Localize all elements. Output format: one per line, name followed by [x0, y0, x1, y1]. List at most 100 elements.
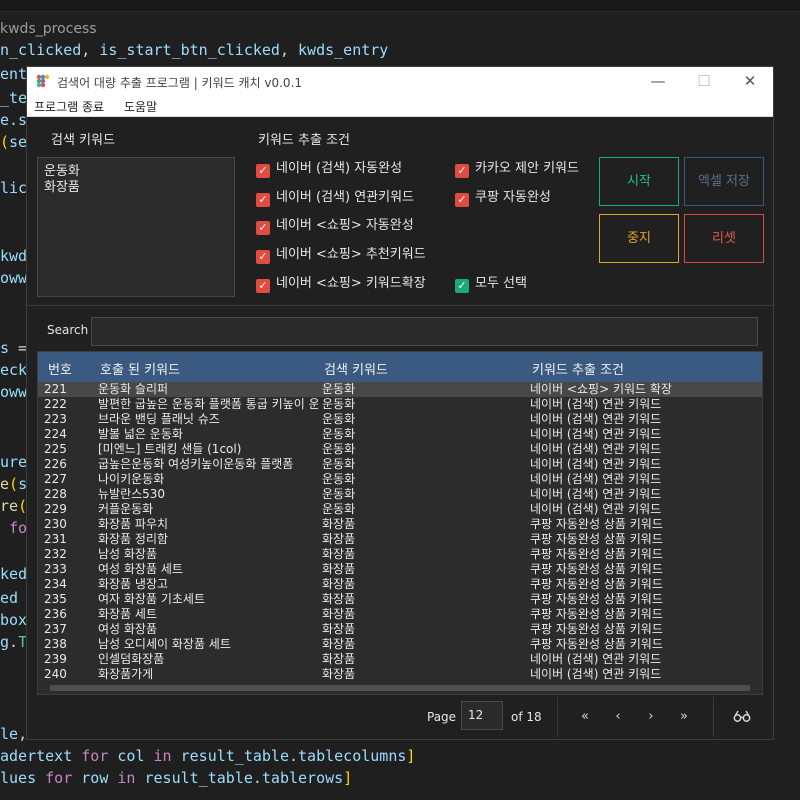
code-line: lues for row in result_table.tablerows]: [0, 768, 352, 788]
keyword-textarea[interactable]: 운동화 화장품: [37, 157, 235, 297]
table-cell: 231: [44, 532, 67, 546]
table-row[interactable]: 226 굽높은운동화 여성키높이운동화 플랫폼 운동화 네이버 (검색) 연관 키워드: [38, 457, 762, 472]
code-token: is_start_btn_clicked: [99, 41, 280, 59]
table-row[interactable]: 223 브라운 밴딩 플래닛 슈즈 운동화 네이버 (검색) 연관 키워드: [38, 412, 762, 427]
table-row[interactable]: 239 인셀덤화장품 화장품 네이버 (검색) 연관 키워드: [38, 652, 762, 667]
title-bar[interactable]: 검색어 대량 추출 프로그램 | 키워드 캐치 v0.0.1 — ☐ ✕: [27, 67, 773, 95]
table-cell: 네이버 (검색) 연관 키워드: [530, 427, 662, 441]
table-cell: 쿠팡 자동완성 상품 키워드: [530, 517, 663, 531]
code-token: le: [0, 725, 19, 743]
table-row[interactable]: 231 화장품 정리함 화장품 쿠팡 자동완성 상품 키워드: [38, 532, 762, 547]
table-cell: 브라운 밴딩 플래닛 슈즈: [98, 412, 220, 426]
table-cell: 225: [44, 442, 67, 456]
code-line: s =: [0, 338, 27, 358]
column-header-number[interactable]: 번호: [48, 359, 72, 378]
table-row[interactable]: 236 화장품 세트 화장품 쿠팡 자동완성 상품 키워드: [38, 607, 762, 622]
code-token: g: [0, 633, 10, 651]
stop-button[interactable]: 중지: [599, 214, 679, 263]
table-cell: 쿠팡 자동완성 상품 키워드: [530, 622, 663, 636]
checkbox-label: 네이버 <쇼핑> 추천키워드: [276, 247, 426, 262]
checkbox-naver-shopping-autocomplete[interactable]: ✓ 네이버 <쇼핑> 자동완성: [256, 214, 414, 235]
code-token: lic: [0, 179, 28, 197]
table-cell: 남성 오디세이 화장품 세트: [98, 637, 231, 651]
table-cell: 227: [44, 472, 67, 486]
checkbox-naver-search-autocomplete[interactable]: ✓ 네이버 (검색) 자동완성: [256, 157, 403, 178]
table-row[interactable]: 237 여성 화장품 화장품 쿠팡 자동완성 상품 키워드: [38, 622, 762, 637]
table-row[interactable]: 235 여자 화장품 기초세트 화장품 쿠팡 자동완성 상품 키워드: [38, 592, 762, 607]
table-cell: 운동화 슬리퍼: [98, 382, 169, 396]
checkbox-select-all[interactable]: ✓ 모두 선택: [455, 272, 527, 293]
last-page-button[interactable]: »: [674, 707, 694, 727]
code-token: result_table: [144, 769, 253, 787]
table-cell: 운동화: [322, 472, 356, 486]
table-cell: 화장품: [322, 622, 356, 636]
next-page-button[interactable]: ›: [641, 707, 661, 727]
glasses-icon[interactable]: [733, 709, 751, 723]
table-cell: 쿠팡 자동완성 상품 키워드: [530, 577, 663, 591]
table-row[interactable]: 224 발볼 넓은 운동화 운동화 네이버 (검색) 연관 키워드: [38, 427, 762, 442]
table-row[interactable]: 228 뉴발란스530 운동화 네이버 (검색) 연관 키워드: [38, 487, 762, 502]
table-cell: 240: [44, 667, 67, 681]
code-line: e.s: [0, 110, 27, 130]
menu-item-help[interactable]: 도움말: [124, 98, 157, 115]
table-cell: 굽높은운동화 여성키높이운동화 플랫폼: [98, 457, 294, 471]
scrollbar-thumb[interactable]: [50, 685, 750, 691]
maximize-button[interactable]: ☐: [681, 67, 727, 95]
table-row[interactable]: 222 발편한 굽높은 운동화 플랫폼 통굽 키높이 운동화 운동화 네이버 (검색)…: [38, 397, 762, 412]
column-header-condition[interactable]: 키워드 추출 조건: [532, 359, 624, 378]
table-cell: 223: [44, 412, 67, 426]
table-cell: 남성 화장품: [98, 547, 158, 561]
code-token: adertext: [0, 747, 73, 765]
table-row[interactable]: 234 화장품 냉장고 화장품 쿠팡 자동완성 상품 키워드: [38, 577, 762, 592]
horizontal-scrollbar[interactable]: [38, 682, 762, 694]
code-token: e.s: [0, 111, 28, 129]
table-row[interactable]: 227 나이키운동화 운동화 네이버 (검색) 연관 키워드: [38, 472, 762, 487]
table-cell: 화장품 세트: [98, 607, 158, 621]
search-input[interactable]: [91, 317, 758, 346]
table-row[interactable]: 221 운동화 슬리퍼 운동화 네이버 <쇼핑> 키워드 확장: [38, 382, 762, 397]
checkbox-naver-search-related[interactable]: ✓ 네이버 (검색) 연관키워드: [256, 186, 414, 207]
reset-button[interactable]: 리셋: [684, 214, 764, 263]
minimize-button[interactable]: —: [635, 67, 681, 95]
divider: [557, 697, 558, 737]
checkbox-coupang-autocomplete[interactable]: ✓ 쿠팡 자동완성: [455, 186, 551, 207]
table-row[interactable]: 233 여성 화장품 세트 화장품 쿠팡 자동완성 상품 키워드: [38, 562, 762, 577]
table-cell: 화장품: [322, 637, 356, 651]
table-row[interactable]: 229 커플운동화 운동화 네이버 (검색) 연관 키워드: [38, 502, 762, 517]
table-row[interactable]: 240 화장품가게 화장품 네이버 (검색) 연관 키워드: [38, 667, 762, 682]
code-line: box: [0, 610, 27, 630]
table-cell: 커플운동화: [98, 502, 154, 516]
first-page-button[interactable]: «: [575, 707, 595, 727]
code-token: in: [153, 747, 172, 765]
table-row[interactable]: 230 화장품 파우치 화장품 쿠팡 자동완성 상품 키워드: [38, 517, 762, 532]
table-cell: [미엔느] 트래킹 샌들 (1col): [98, 442, 242, 456]
column-header-called-keyword[interactable]: 호출 된 키워드: [100, 359, 180, 378]
column-header-search-keyword[interactable]: 검색 키워드: [324, 359, 388, 378]
code-token: ent: [0, 65, 28, 83]
code-line: oww: [0, 268, 27, 288]
start-button[interactable]: 시작: [599, 157, 679, 206]
excel-save-button[interactable]: 엑셀 저장: [684, 157, 764, 206]
table-row[interactable]: 238 남성 오디세이 화장품 세트 화장품 쿠팡 자동완성 상품 키워드: [38, 637, 762, 652]
page-number-input[interactable]: 12: [461, 701, 503, 730]
checkbox-naver-shopping-expansion[interactable]: ✓ 네이버 <쇼핑> 키워드확장: [256, 272, 426, 293]
checkbox-kakao-suggest[interactable]: ✓ 카카오 제안 키워드: [455, 157, 579, 178]
close-button[interactable]: ✕: [727, 67, 773, 95]
table-body: 221 운동화 슬리퍼 운동화 네이버 <쇼핑> 키워드 확장 222 발편한 굽높은 운…: [38, 382, 762, 682]
code-line: kwd: [0, 246, 27, 266]
prev-page-button[interactable]: ‹: [608, 707, 628, 727]
menu-item-exit[interactable]: 프로그램 종료: [34, 98, 104, 115]
table-cell: 화장품: [322, 577, 356, 591]
table-row[interactable]: 232 남성 화장품 화장품 쿠팡 자동완성 상품 키워드: [38, 547, 762, 562]
code-token: e: [0, 475, 10, 493]
table-cell: 인셀덤화장품: [98, 652, 165, 666]
table-row[interactable]: 225 [미엔느] 트래킹 샌들 (1col) 운동화 네이버 (검색) 연관 키워드: [38, 442, 762, 457]
table-cell: 화장품: [322, 532, 356, 546]
checkbox-label: 네이버 (검색) 자동완성: [276, 161, 403, 176]
table-cell: 쿠팡 자동완성 상품 키워드: [530, 607, 663, 621]
divider: [27, 305, 773, 306]
table-cell: 화장품: [322, 652, 356, 666]
checkbox-naver-shopping-recommended[interactable]: ✓ 네이버 <쇼핑> 추천키워드: [256, 243, 426, 264]
